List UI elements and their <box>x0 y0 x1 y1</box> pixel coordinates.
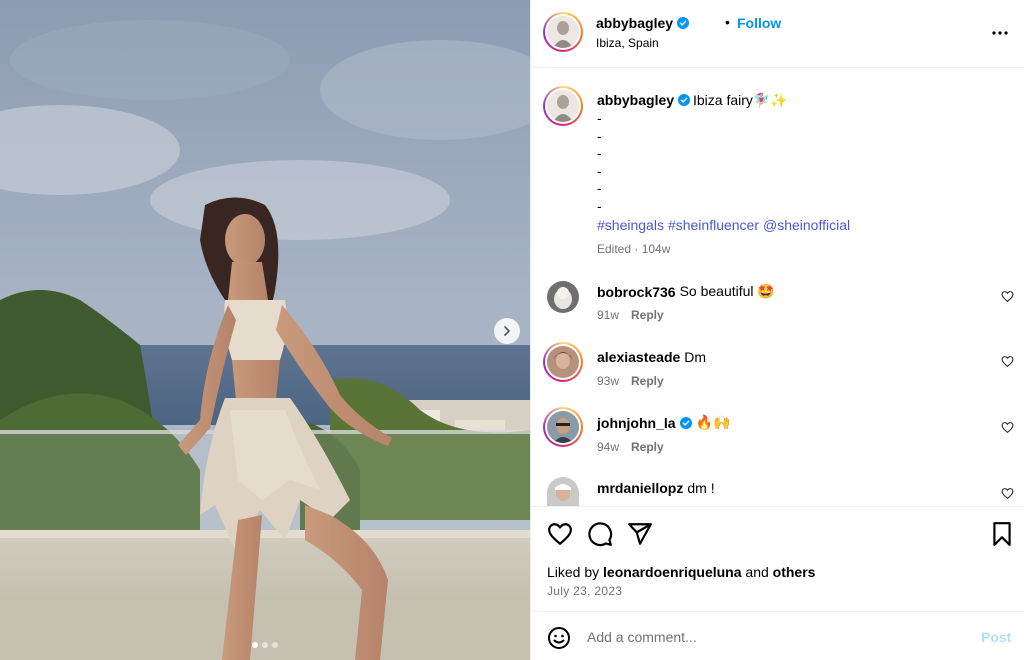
carousel-dot <box>272 642 278 648</box>
emoji-icon[interactable] <box>547 626 571 650</box>
comment-like-heart-icon[interactable] <box>1001 421 1014 434</box>
comment-avatar-image <box>547 411 579 443</box>
caption-avatar-image <box>547 90 579 122</box>
comment-avatar[interactable] <box>547 281 579 313</box>
reply-button[interactable]: Reply <box>631 308 664 322</box>
reply-button[interactable]: Reply <box>631 440 664 454</box>
liked-by-user[interactable]: leonardoenriqueluna <box>603 564 741 580</box>
author-avatar[interactable] <box>543 12 583 52</box>
post-actions: Liked by leonardoenriqueluna and others … <box>531 506 1024 660</box>
paper-plane-icon[interactable] <box>627 521 653 547</box>
next-photo-button[interactable] <box>494 318 520 344</box>
caption-avatar[interactable] <box>543 86 583 126</box>
hashtag-link[interactable]: #sheingals <box>597 217 664 233</box>
caption-username[interactable]: abbybagley <box>597 92 691 108</box>
comment-age[interactable]: 93w <box>597 374 619 388</box>
comment-avatar[interactable] <box>547 477 579 506</box>
comment-text: Dm <box>684 349 707 365</box>
post-details-panel: abbybagley • Follow Ibiza, Spain abbybag… <box>530 0 1024 660</box>
comment-username[interactable]: alexiasteade <box>597 349 680 365</box>
likes-others-link[interactable]: others <box>773 564 816 580</box>
comment-input[interactable] <box>587 624 967 650</box>
caption-text: Ibiza fairy🧚🏼‍♀️✨ <box>693 92 788 108</box>
post-header: abbybagley • Follow Ibiza, Spain <box>531 0 1024 68</box>
comment-body: mrdaniellopz dm ! <box>597 480 715 496</box>
comment-avatar-image <box>547 346 579 378</box>
mention-link[interactable]: @sheinofficial <box>763 217 850 233</box>
author-username[interactable]: abbybagley <box>596 15 690 31</box>
comment-like-heart-icon[interactable] <box>1001 290 1014 303</box>
comment-body: johnjohn_la 🔥🙌 <box>597 414 730 431</box>
post-location[interactable]: Ibiza, Spain <box>596 36 659 50</box>
caption-hashtags: #sheingals #sheinfluencer @sheinofficial <box>597 217 854 233</box>
carousel-dot <box>252 642 258 648</box>
comment-like-heart-icon[interactable] <box>1001 487 1014 500</box>
reply-button[interactable]: Reply <box>631 374 664 388</box>
post-date[interactable]: July 23, 2023 <box>547 584 622 598</box>
author-username-text[interactable]: abbybagley <box>596 15 673 31</box>
comment-meta: 91w Reply <box>597 308 664 322</box>
comment-username[interactable]: mrdaniellopz <box>597 480 683 496</box>
comment-text: 🔥🙌 <box>695 414 731 430</box>
comment-like-heart-icon[interactable] <box>1001 355 1014 368</box>
comment-body: alexiasteade Dm <box>597 349 706 365</box>
caption-line: - <box>597 198 602 214</box>
comment-meta: 93w Reply <box>597 374 664 388</box>
likes-and: and <box>745 564 769 580</box>
photo-scene <box>0 0 530 660</box>
carousel-dot <box>262 642 268 648</box>
post-modal: abbybagley • Follow Ibiza, Spain abbybag… <box>0 0 1024 660</box>
caption-line: - <box>597 145 602 161</box>
comment-avatar[interactable] <box>543 342 583 382</box>
carousel-indicator <box>0 642 530 648</box>
verified-badge-icon <box>678 94 691 106</box>
likes-summary: Liked by leonardoenriqueluna and others <box>547 564 815 580</box>
comment-avatar[interactable] <box>543 407 583 447</box>
bookmark-icon[interactable] <box>989 521 1015 547</box>
caption-line: - <box>597 163 602 179</box>
comment-age[interactable]: 91w <box>597 308 619 322</box>
comment-username[interactable]: johnjohn_la <box>597 415 676 431</box>
likes-prefix: Liked by <box>547 564 600 580</box>
more-options-icon[interactable] <box>991 24 1009 42</box>
comment-username[interactable]: bobrock736 <box>597 284 676 300</box>
follow-button[interactable]: Follow <box>737 15 781 31</box>
comment-text: So beautiful 🤩 <box>679 283 775 299</box>
add-comment-bar: Post <box>531 611 1024 660</box>
caption-line: - <box>597 110 602 126</box>
chevron-right-icon <box>504 326 510 336</box>
comment-avatar-image <box>547 477 579 506</box>
hashtag-link[interactable]: #sheinfluencer <box>668 217 759 233</box>
comment-age[interactable]: 94w <box>597 440 619 454</box>
caption-line: - <box>597 128 602 144</box>
verified-badge-icon <box>677 17 690 29</box>
caption-username-text[interactable]: abbybagley <box>597 92 674 108</box>
verified-badge-icon <box>679 416 692 429</box>
comment-body: bobrock736 So beautiful 🤩 <box>597 283 775 300</box>
author-avatar-image <box>547 16 579 48</box>
caption-line: - <box>597 180 602 196</box>
comment-meta: 94w Reply <box>597 440 664 454</box>
comment-text: dm ! <box>687 480 715 496</box>
header-separator: • <box>725 14 730 30</box>
heart-icon[interactable] <box>547 521 573 547</box>
comment-bubble-icon[interactable] <box>587 521 613 547</box>
post-photo[interactable] <box>0 0 530 660</box>
caption-meta: Edited · 104w <box>597 242 671 256</box>
post-comment-button[interactable]: Post <box>981 629 1011 645</box>
comment-avatar-image <box>547 281 579 313</box>
